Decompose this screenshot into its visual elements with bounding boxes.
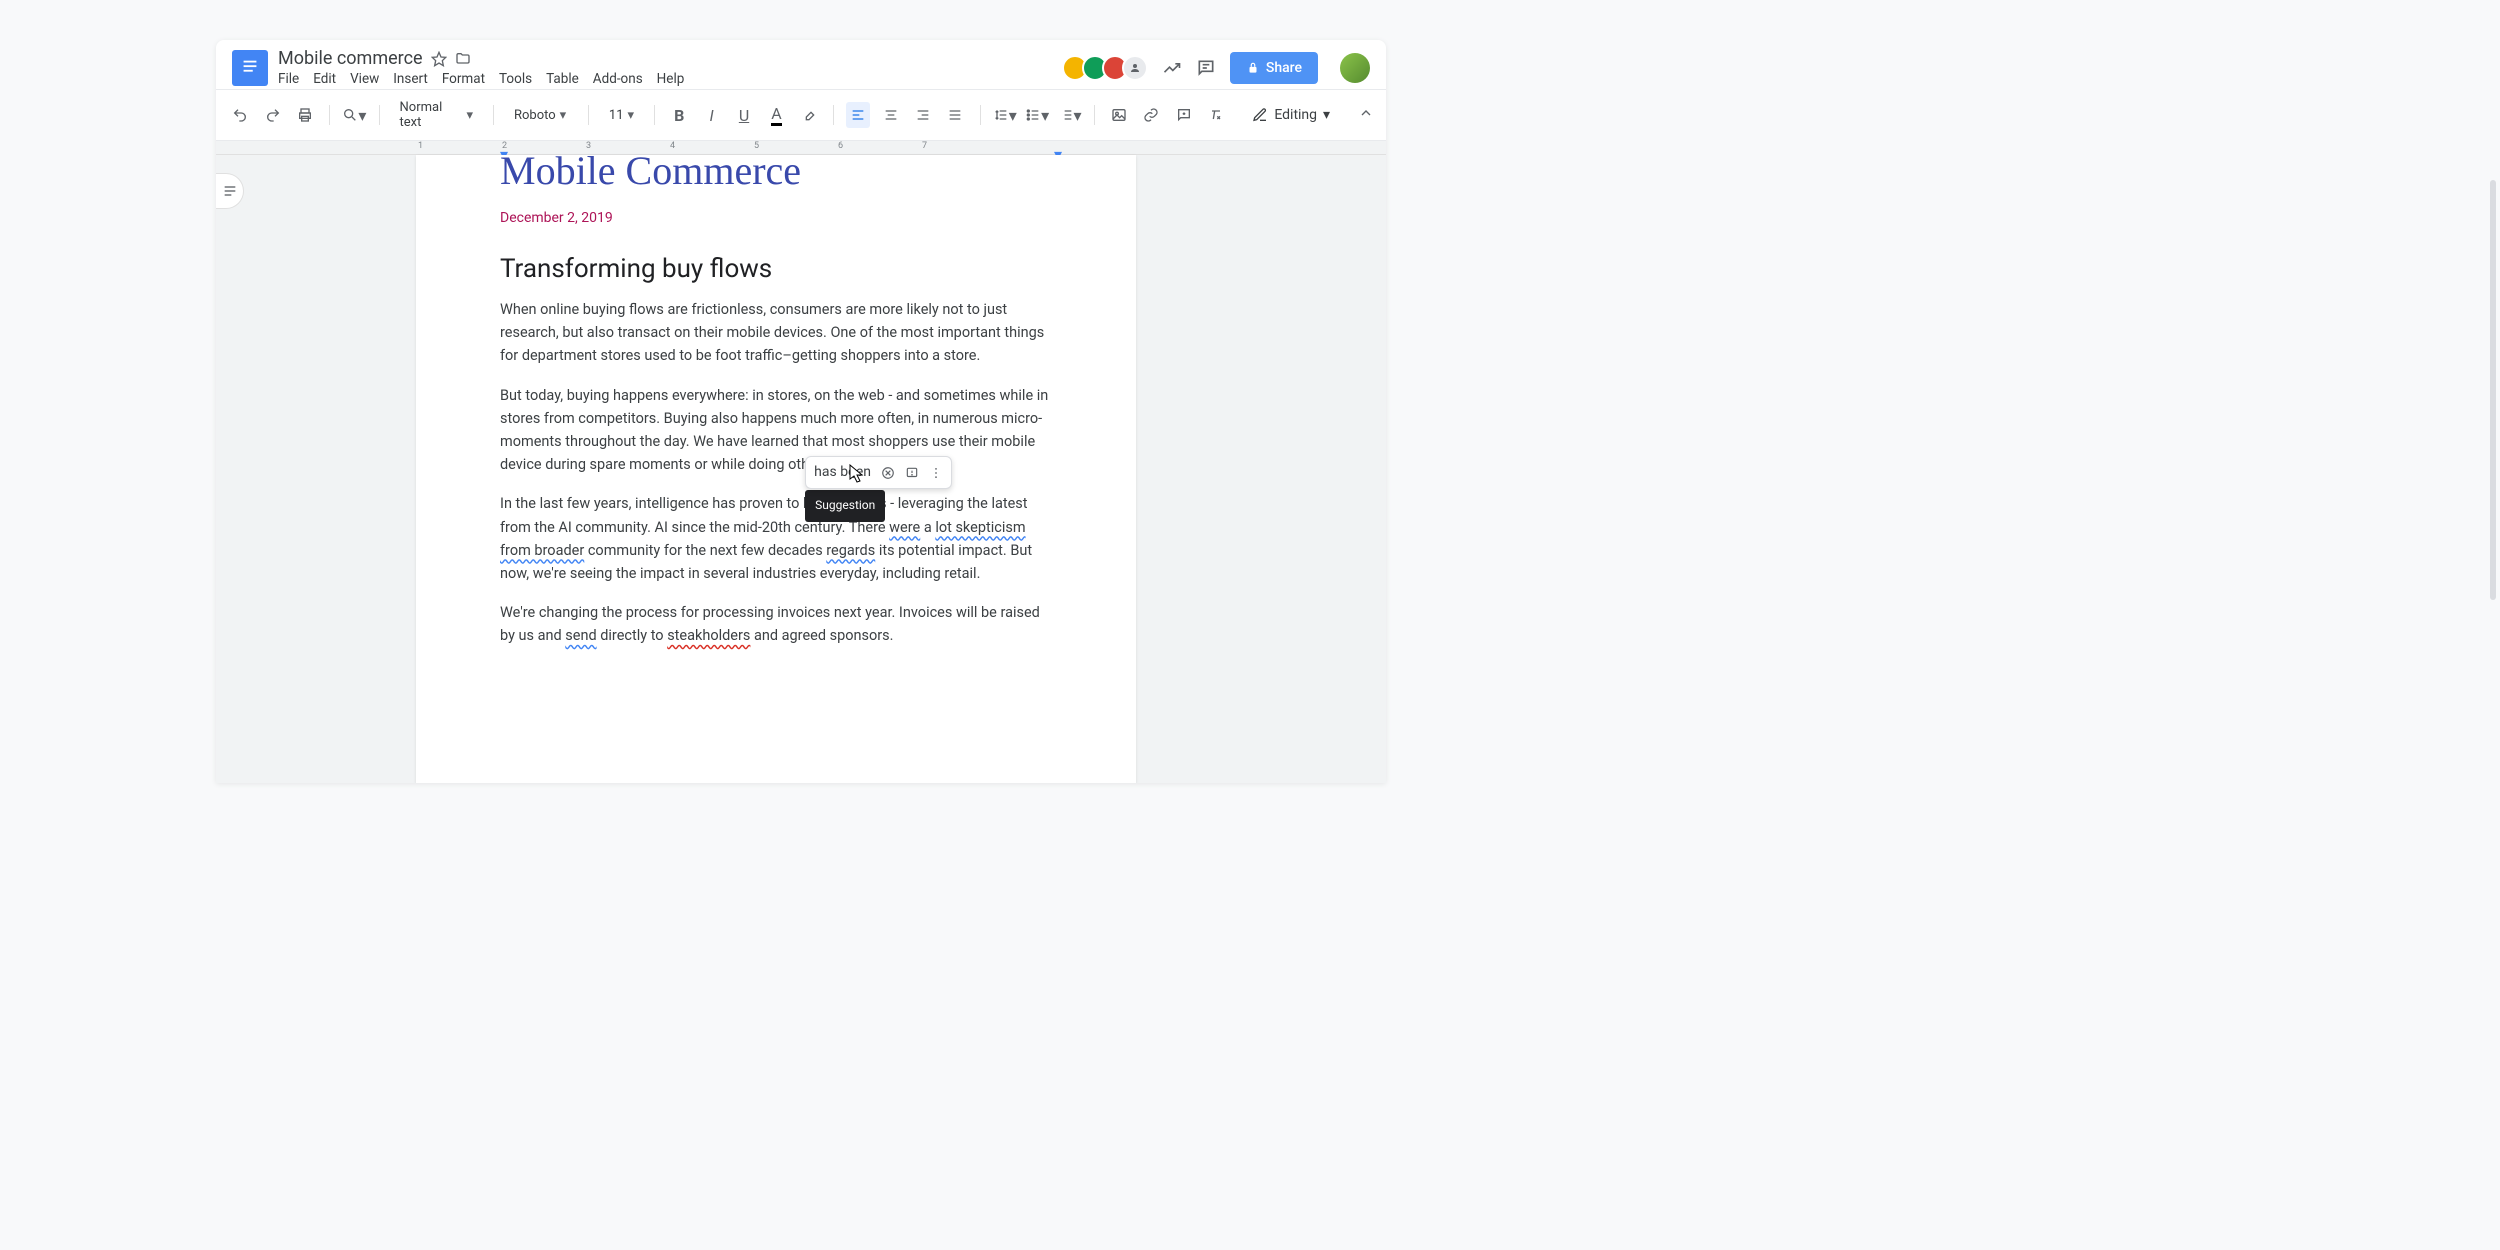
grammar-underline[interactable]: regards xyxy=(826,542,875,559)
align-center-button[interactable] xyxy=(878,102,902,128)
app-window: Mobile commerce File Edit View Insert Fo… xyxy=(216,40,1386,783)
menu-edit[interactable]: Edit xyxy=(313,71,336,87)
more-options-icon[interactable] xyxy=(929,466,943,480)
account-avatar[interactable] xyxy=(1340,53,1370,83)
clear-formatting-button[interactable] xyxy=(1204,102,1228,128)
print-button[interactable] xyxy=(293,102,317,128)
line-spacing-button[interactable]: ▾ xyxy=(993,102,1017,128)
doc-date: December 2, 2019 xyxy=(500,210,1052,226)
suggestion-tooltip: Suggestion xyxy=(805,490,885,521)
menu-format[interactable]: Format xyxy=(442,71,485,87)
collapse-toolbar-button[interactable] xyxy=(1358,105,1374,125)
suggestion-popup: has be̤en xyxy=(805,456,952,488)
menu-help[interactable]: Help xyxy=(657,71,685,87)
paragraph-style-select[interactable]: Normal text▾ xyxy=(392,96,482,134)
star-icon[interactable] xyxy=(431,51,447,67)
menu-table[interactable]: Table xyxy=(546,71,579,87)
doc-title-heading: Mobile Commerce xyxy=(500,147,1052,194)
undo-button[interactable] xyxy=(228,102,252,128)
paragraph-3: In the last few years, intelligence has … xyxy=(500,492,1052,585)
doc-heading-2: Transforming buy flows xyxy=(500,254,1052,284)
outline-toggle[interactable] xyxy=(216,173,244,209)
paragraph-1: When online buying flows are frictionles… xyxy=(500,298,1052,368)
highlight-color-button[interactable] xyxy=(797,102,821,128)
activity-icon[interactable] xyxy=(1162,58,1182,78)
menu-bar: File Edit View Insert Format Tools Table… xyxy=(278,71,684,87)
move-to-folder-icon[interactable] xyxy=(455,51,471,67)
title-bar: Mobile commerce File Edit View Insert Fo… xyxy=(216,40,1386,89)
align-justify-button[interactable] xyxy=(943,102,967,128)
font-family-select[interactable]: Roboto▾ xyxy=(506,104,576,127)
italic-button[interactable]: I xyxy=(699,102,723,128)
grammar-underline[interactable]: were xyxy=(889,519,920,536)
feedback-icon[interactable] xyxy=(905,466,919,480)
zoom-button[interactable]: ▾ xyxy=(342,102,366,128)
align-right-button[interactable] xyxy=(911,102,935,128)
paragraph-4: We're changing the process for processin… xyxy=(500,601,1052,647)
mouse-cursor-icon xyxy=(849,464,865,484)
insert-image-button[interactable] xyxy=(1107,102,1131,128)
document-page[interactable]: Mobile Commerce December 2, 2019 Transfo… xyxy=(416,155,1136,783)
numbered-list-button[interactable]: ▾ xyxy=(1057,102,1081,128)
formatting-toolbar: ▾ Normal text▾ Roboto▾ 11▾ B I U A ▾ ▾ ▾… xyxy=(216,89,1386,141)
insert-link-button[interactable] xyxy=(1139,102,1163,128)
editing-mode-select[interactable]: Editing▾ xyxy=(1244,103,1338,127)
align-left-button[interactable] xyxy=(846,102,870,128)
collaborator-avatars[interactable] xyxy=(1068,55,1148,81)
add-comment-button[interactable] xyxy=(1172,102,1196,128)
grammar-underline[interactable]: lot skepticism xyxy=(935,519,1025,536)
share-button[interactable]: Share xyxy=(1230,52,1318,84)
paragraph-2: But today, buying happens everywhere: in… xyxy=(500,384,1052,477)
menu-insert[interactable]: Insert xyxy=(393,71,428,87)
menu-view[interactable]: View xyxy=(350,71,379,87)
grammar-underline[interactable]: send xyxy=(565,627,596,644)
bullet-list-button[interactable]: ▾ xyxy=(1025,102,1049,128)
redo-button[interactable] xyxy=(260,102,284,128)
menu-file[interactable]: File xyxy=(278,71,299,87)
document-title[interactable]: Mobile commerce xyxy=(278,48,423,69)
underline-button[interactable]: U xyxy=(732,102,756,128)
bold-button[interactable]: B xyxy=(667,102,691,128)
grammar-underline[interactable]: from broader xyxy=(500,542,584,559)
dismiss-suggestion-icon[interactable] xyxy=(881,466,895,480)
spelling-underline[interactable]: steakholders xyxy=(667,627,750,644)
docs-icon[interactable] xyxy=(232,50,268,86)
document-area: Mobile Commerce December 2, 2019 Transfo… xyxy=(216,155,1386,783)
menu-addons[interactable]: Add-ons xyxy=(593,71,643,87)
share-label: Share xyxy=(1266,60,1302,76)
open-comments-icon[interactable] xyxy=(1196,58,1216,78)
text-color-button[interactable]: A xyxy=(764,102,788,128)
menu-tools[interactable]: Tools xyxy=(499,71,532,87)
font-size-select[interactable]: 11▾ xyxy=(601,104,642,127)
